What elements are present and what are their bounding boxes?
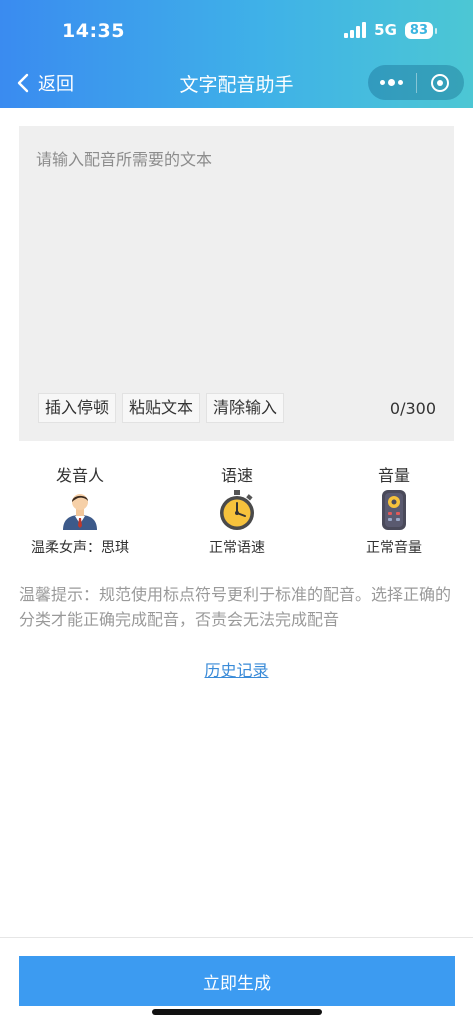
more-dots-icon (380, 79, 404, 86)
volume-value: 正常音量 (366, 540, 422, 556)
clear-input-button[interactable]: 清除输入 (206, 393, 285, 423)
text-input-panel: 插入停顿 粘贴文本 清除输入 0/300 (19, 126, 454, 441)
history-link-wrap: 历史记录 (0, 657, 473, 681)
status-indicators: 5G 83 (344, 21, 438, 39)
insert-pause-button[interactable]: 插入停顿 (38, 393, 117, 423)
speaker-option[interactable]: 发音人 温柔女声：思琪 (0, 462, 160, 557)
stopwatch-icon (220, 490, 254, 530)
signal-icon (344, 22, 367, 38)
speed-title: 语速 (220, 466, 253, 485)
more-button[interactable] (368, 65, 416, 100)
bottom-divider (0, 937, 473, 938)
home-indicator (152, 1009, 322, 1015)
header: 14:35 5G 83 返回 文字配音助手 (0, 0, 473, 108)
editor-toolbar: 插入停顿 粘贴文本 清除输入 (38, 393, 285, 423)
remote-control-icon (382, 490, 406, 530)
generate-button[interactable]: 立即生成 (19, 956, 455, 1006)
speed-option[interactable]: 语速 正常语速 (157, 462, 317, 557)
volume-title: 音量 (377, 466, 410, 485)
char-count: 0/300 (389, 399, 436, 418)
status-time: 14:35 (62, 20, 125, 42)
person-icon (63, 494, 97, 530)
voice-options: 发音人 温柔女声：思琪 语速 正常语速 音量 正常音量 (0, 462, 473, 562)
battery-icon: 83 (404, 21, 438, 39)
speaker-title: 发音人 (55, 466, 104, 485)
speed-value: 正常语速 (209, 540, 265, 556)
volume-option[interactable]: 音量 正常音量 (314, 462, 473, 557)
paste-text-button[interactable]: 粘贴文本 (122, 393, 201, 423)
mini-program-capsule (368, 65, 464, 100)
text-input[interactable] (19, 126, 454, 376)
network-type: 5G (374, 21, 397, 39)
history-link[interactable]: 历史记录 (204, 661, 268, 680)
close-miniprogram-button[interactable] (416, 65, 464, 100)
tip-text: 温馨提示：规范使用标点符号更利于标准的配音。选择正确的分类才能正确完成配音，否责… (19, 585, 452, 629)
target-icon (431, 73, 450, 92)
speaker-value: 温柔女声：思琪 (31, 540, 129, 556)
